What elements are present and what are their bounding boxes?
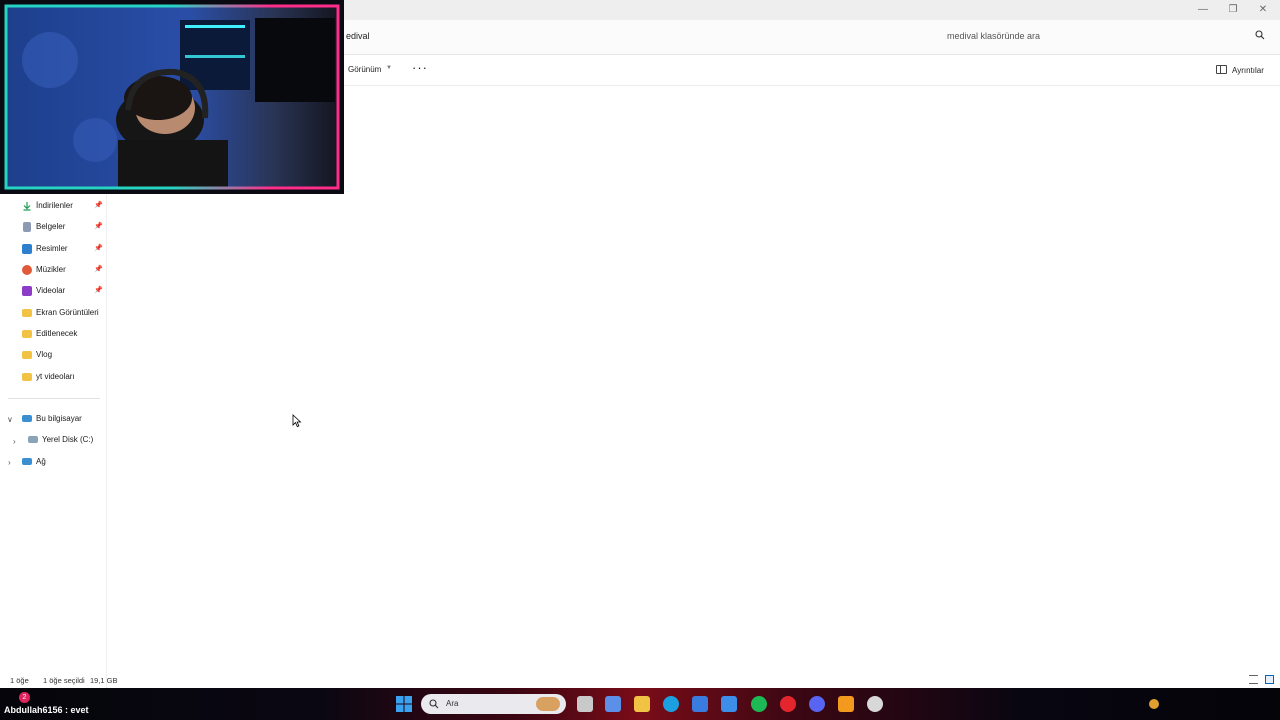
sidebar-item-label: Ekran Görüntüleri (36, 308, 99, 317)
sidebar-item-pictures[interactable]: Resimler 📌 (22, 241, 106, 257)
sidebar-item-label: Vlog (36, 350, 53, 359)
sidebar-item-yt-videolari[interactable]: yt videoları (22, 369, 106, 385)
chat-message: Abdullah6156 : evet (4, 705, 89, 715)
minimize-button[interactable]: — (1188, 2, 1218, 18)
premiere-icon[interactable] (838, 696, 854, 712)
widgets-icon[interactable] (605, 696, 621, 712)
webcam-overlay (0, 0, 344, 194)
pin-icon: 📌 (94, 266, 103, 273)
taskbar-search[interactable]: Ara (421, 694, 566, 714)
sidebar-item-downloads[interactable]: İndirilenler 📌 (22, 198, 106, 214)
pin-icon: 📌 (94, 287, 103, 294)
sidebar-item-editlenecek[interactable]: Editlenecek (22, 326, 106, 342)
sidebar-item-local-disk[interactable]: Yerel Disk (C:) (28, 432, 106, 448)
sidebar-item-label: Belgeler (36, 222, 66, 231)
mouse-cursor-icon (292, 414, 302, 428)
address-path[interactable]: edival (346, 31, 370, 41)
folder-icon (22, 373, 32, 381)
chat-badge: 2 (19, 692, 30, 703)
computer-icon (22, 415, 32, 422)
sidebar-item-music[interactable]: Müzikler 📌 (22, 262, 106, 278)
sidebar-item-documents[interactable]: Belgeler 📌 (22, 219, 106, 235)
sidebar-item-label: Resimler (36, 244, 68, 253)
restore-button[interactable]: ❐ (1218, 2, 1248, 18)
folder-icon (22, 330, 32, 338)
obs-icon[interactable] (867, 696, 883, 712)
edge-icon[interactable] (663, 696, 679, 712)
opera-icon[interactable] (780, 696, 796, 712)
chevron-down-icon[interactable]: ∨ (7, 415, 13, 424)
sidebar-item-screenshots[interactable]: Ekran Görüntüleri (22, 305, 106, 321)
webcam-feed (4, 4, 340, 190)
sidebar-item-network[interactable]: Ağ (22, 454, 106, 470)
sidebar-item-label: Yerel Disk (C:) (42, 435, 94, 444)
chevron-down-icon: ▼ (386, 65, 392, 71)
network-icon (22, 458, 32, 465)
selected-count: 1 öğe seçildi (43, 676, 85, 685)
spotify-icon[interactable] (751, 696, 767, 712)
videos-icon (22, 286, 32, 296)
sidebar-item-label: Müzikler (36, 265, 66, 274)
sidebar-item-label: Editlenecek (36, 329, 78, 338)
taskbar: 2 Abdullah6156 : evet Ara (0, 688, 1280, 720)
pin-icon: 📌 (94, 202, 103, 209)
sidebar-item-label: Bu bilgisayar (36, 414, 82, 423)
pin-icon: 📌 (94, 223, 103, 230)
sidebar-item-label: İndirilenler (36, 201, 73, 210)
sidebar-item-vlog[interactable]: Vlog (22, 347, 106, 363)
folder-icon (22, 309, 32, 317)
sidebar-separator (8, 398, 100, 399)
search-highlight-icon (536, 697, 560, 711)
taskbar-search-label: Ara (446, 699, 459, 708)
details-pane-icon (1216, 65, 1227, 74)
search-input[interactable]: medival klasöründe ara (947, 31, 1040, 41)
store-icon[interactable] (692, 696, 708, 712)
discord-icon[interactable] (809, 696, 825, 712)
file-manager-icon[interactable] (577, 696, 593, 712)
details-button[interactable]: Ayrıntılar (1232, 66, 1264, 75)
pin-icon: 📌 (94, 245, 103, 252)
folder-icon (22, 351, 32, 359)
tray-icon[interactable] (1149, 699, 1159, 709)
close-button[interactable]: ✕ (1248, 2, 1278, 18)
music-icon (22, 265, 32, 275)
documents-icon (23, 222, 31, 232)
details-view-icon[interactable] (1249, 675, 1258, 684)
downloads-icon (23, 202, 31, 211)
view-button[interactable]: Görünüm (348, 65, 381, 74)
drive-icon (28, 436, 38, 443)
selected-size: 19,1 GB (90, 676, 118, 685)
chevron-right-icon[interactable]: › (8, 458, 11, 467)
more-options-button[interactable]: ··· (412, 60, 428, 75)
sidebar-item-label: Videolar (36, 286, 66, 295)
item-count: 1 öğe (10, 676, 29, 685)
sidebar-item-label: yt videoları (36, 372, 75, 381)
pictures-icon (22, 244, 32, 254)
explorer-icon[interactable] (634, 696, 650, 712)
sidebar-item-label: Ağ (36, 457, 46, 466)
search-icon[interactable] (1255, 30, 1265, 40)
mail-icon[interactable] (721, 696, 737, 712)
sidebar-item-this-pc[interactable]: Bu bilgisayar (22, 411, 106, 427)
start-button[interactable] (396, 696, 412, 712)
sidebar-item-videos[interactable]: Videolar 📌 (22, 283, 106, 299)
status-bar: 1 öğe 1 öğe seçildi 19,1 GB (0, 672, 1280, 688)
chevron-right-icon[interactable]: › (13, 437, 16, 446)
search-icon (429, 699, 439, 709)
tiles-view-icon[interactable] (1265, 675, 1274, 684)
